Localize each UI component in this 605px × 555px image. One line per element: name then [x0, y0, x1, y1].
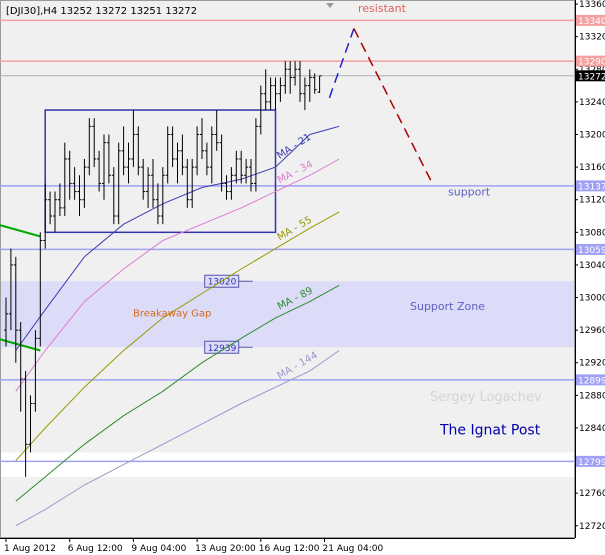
gap-marker-label-13020: 13020	[208, 278, 237, 288]
ytick-label-13240: 13240	[579, 98, 605, 108]
chart-root: 13340 13290 13137 13059 12899 12799 13020 1293…	[0, 0, 605, 555]
zone-band-1	[1, 452, 574, 477]
chart-title: [DJI30],H4 13252 13272 13251 13272	[6, 6, 197, 17]
ytick-label-13160: 13160	[579, 163, 605, 173]
axis-level-label-12899: 12899	[578, 376, 605, 386]
price-axis-bg	[575, 0, 605, 555]
current-price-label: 13272	[578, 72, 605, 82]
annotation-resistant: resistant	[358, 2, 407, 15]
axis-level-label-13059: 13059	[578, 246, 605, 256]
ytick-label-12920: 12920	[579, 359, 605, 369]
xtick-label-5: 21 Aug 04:00	[323, 544, 384, 554]
annotation-support-zone: Support Zone	[410, 300, 485, 313]
xtick-label-1: 6 Aug 12:00	[68, 544, 123, 554]
ytick-label-13040: 13040	[579, 261, 605, 271]
ytick-label-12720: 12720	[579, 522, 605, 532]
axis-level-label-13137: 13137	[578, 182, 605, 192]
annotation-brand: The Ignat Post	[439, 422, 541, 438]
price-chart: 13340 13290 13137 13059 12899 12799 13020 1293…	[0, 0, 605, 555]
annotation-support: support	[448, 186, 491, 199]
xtick-label-0: 1 Aug 2012	[4, 544, 56, 554]
zone-band-0	[1, 281, 574, 348]
ytick-label-13000: 13000	[579, 294, 605, 304]
ytick-label-13120: 13120	[579, 196, 605, 206]
ytick-label-13200: 13200	[579, 131, 605, 141]
annotation-author: Sergey Logachev	[430, 390, 542, 405]
xtick-label-2: 9 Aug 04:00	[131, 544, 186, 554]
xtick-label-3: 13 Aug 20:00	[195, 544, 256, 554]
ytick-label-13080: 13080	[579, 228, 605, 238]
ytick-label-13320: 13320	[579, 33, 605, 43]
ytick-label-13360: 13360	[579, 0, 605, 10]
gap-marker-label-12939: 12939	[208, 344, 237, 354]
axis-level-label-13290: 13290	[578, 58, 605, 68]
ytick-label-12960: 12960	[579, 326, 605, 336]
ytick-label-12880: 12880	[579, 391, 605, 401]
ytick-label-12760: 12760	[579, 489, 605, 499]
xtick-label-4: 16 Aug 12:00	[259, 544, 320, 554]
ytick-label-12840: 12840	[579, 424, 605, 434]
axis-level-label-13340: 13340	[578, 17, 605, 27]
annotation-breakaway-gap: Breakaway Gap	[133, 308, 211, 319]
axis-level-label-12799: 12799	[578, 458, 605, 468]
